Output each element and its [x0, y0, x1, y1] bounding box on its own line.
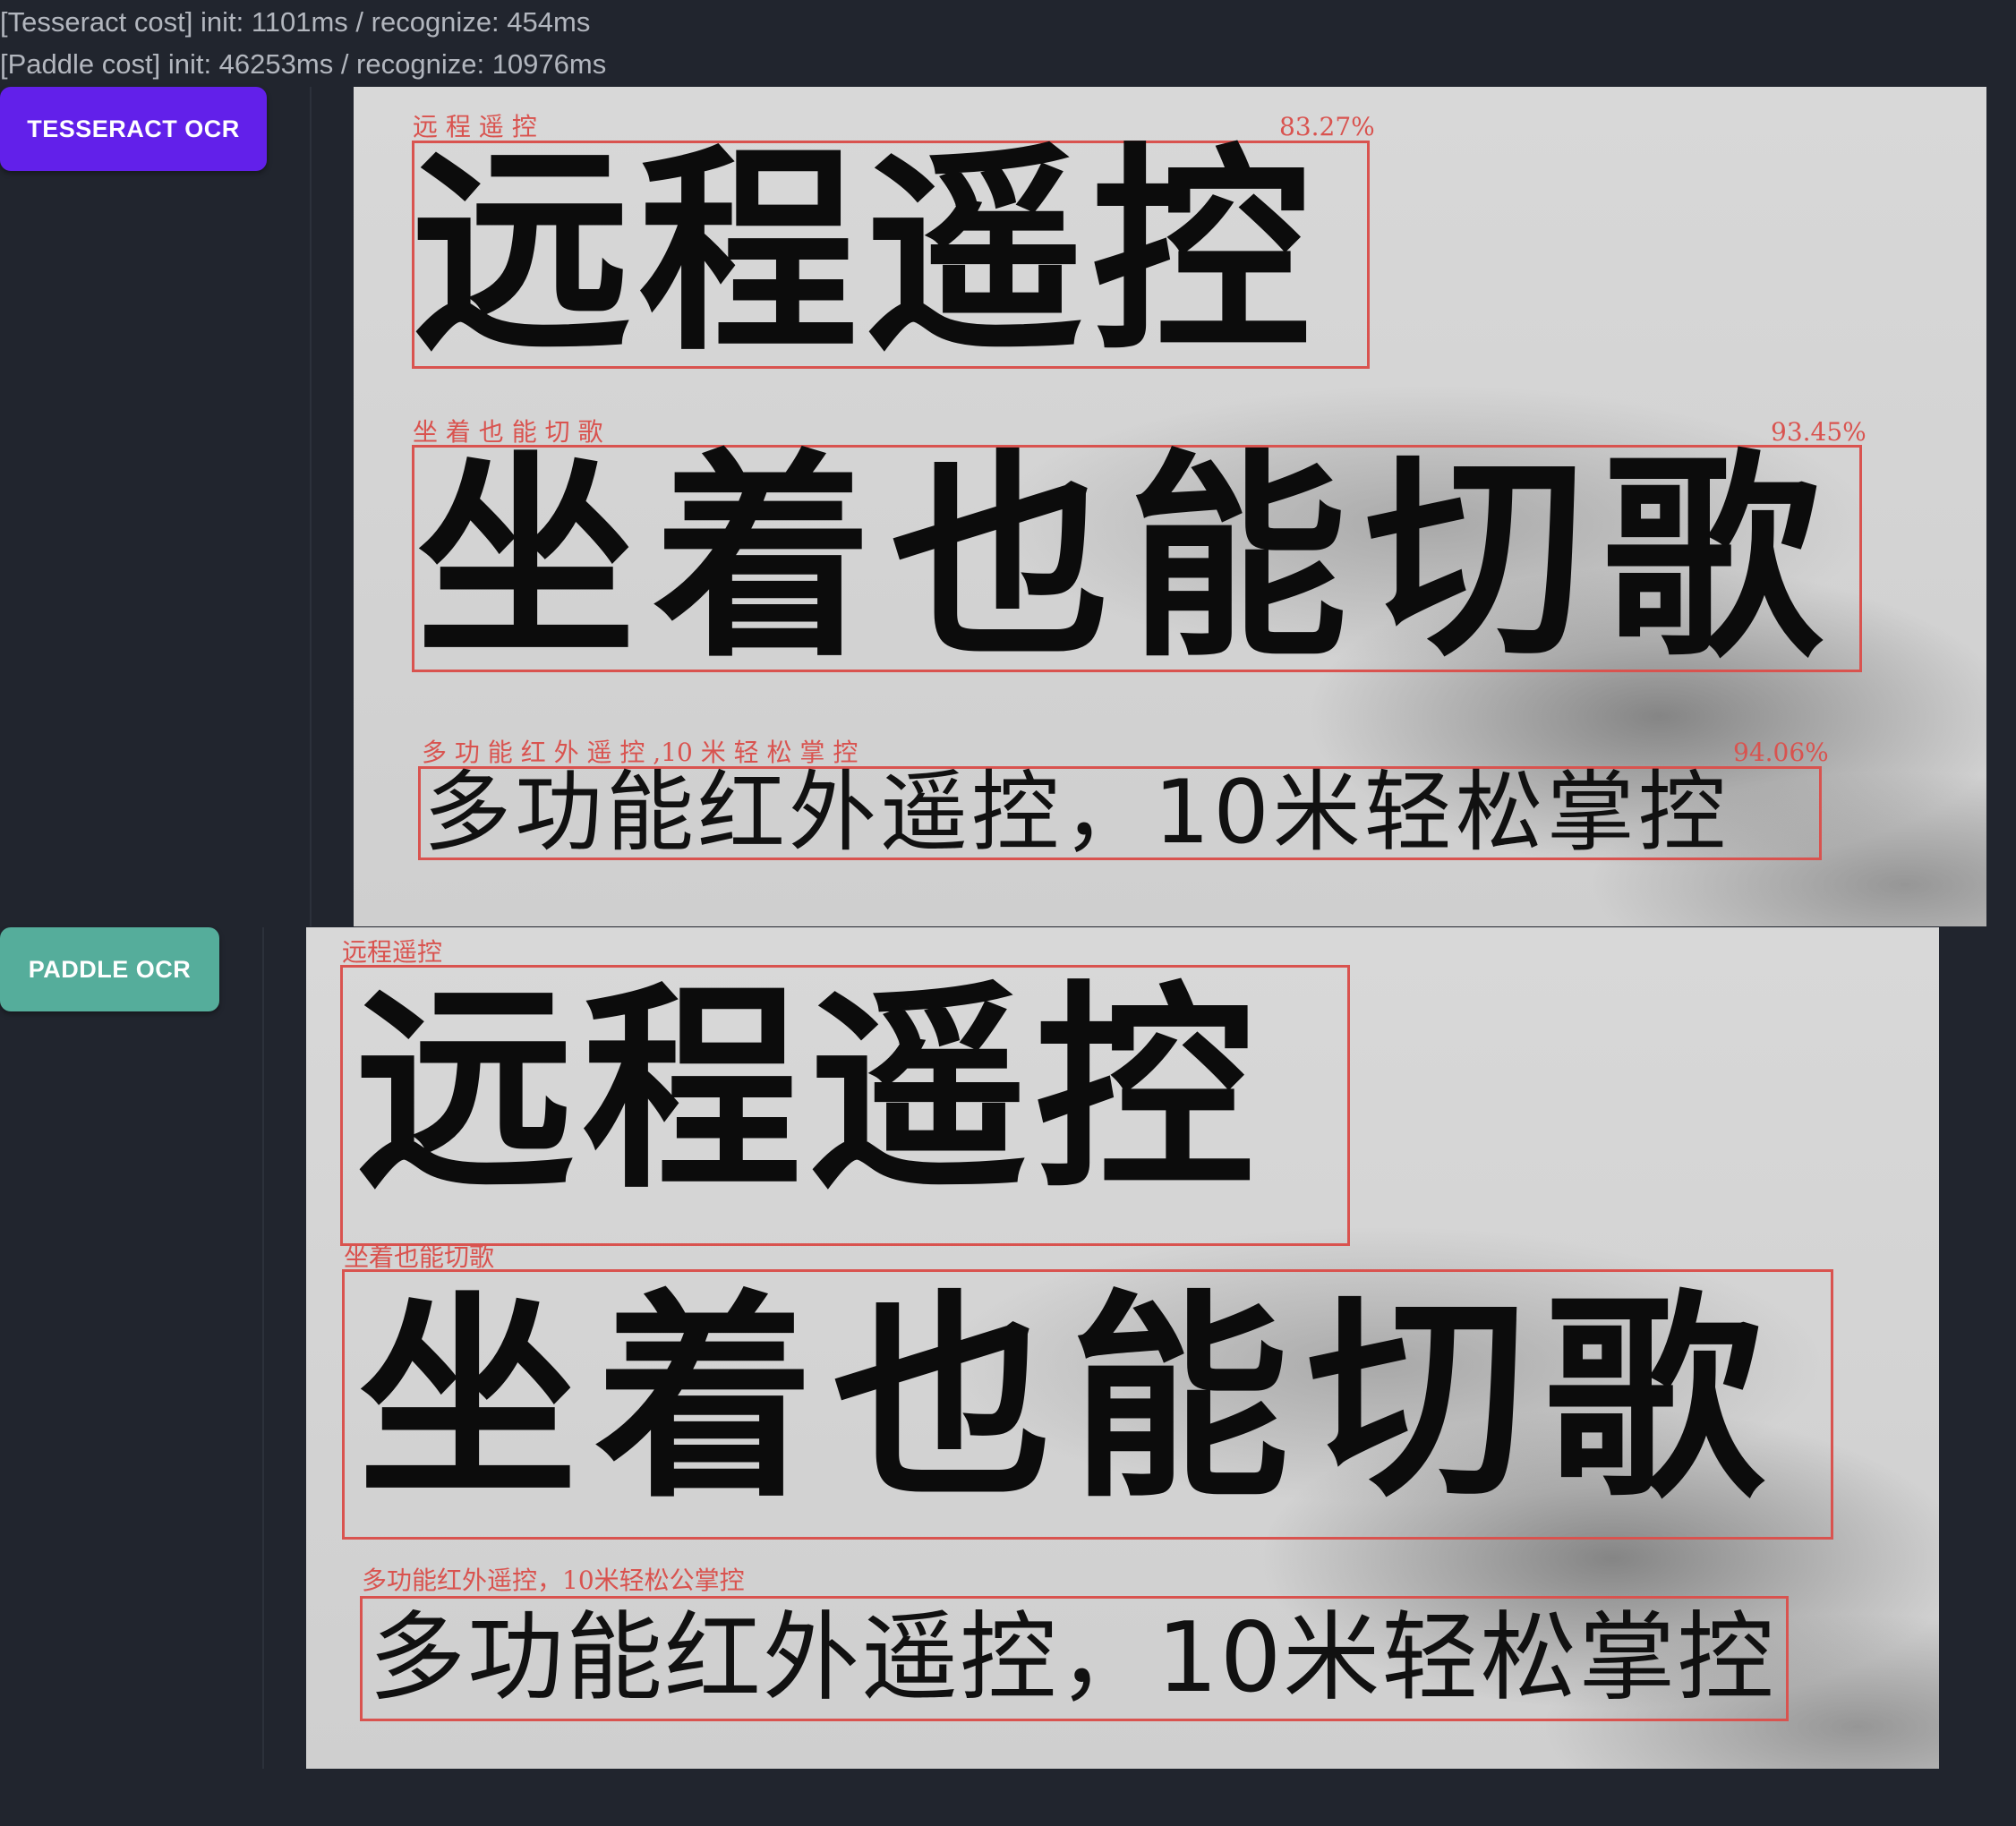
source-line-2: 坐着也能切歌 [358, 1272, 1781, 1527]
paddle-box-2-label: 坐着也能切歌 [344, 1242, 495, 1272]
source-line-1: 远程遥控 [355, 963, 1261, 1218]
source-line-2: 坐着也能切歌 [416, 431, 1840, 687]
paddle-box-3-label: 多功能红外遥控，10米轻松公掌控 [362, 1566, 745, 1595]
paddle-cost-text: [Paddle cost] init: 46253ms / recognize:… [0, 48, 607, 80]
paddle-result-image: 远程遥控 远程遥控 坐着也能切歌 坐着也能切歌 多功能红外遥控，10米轻松公掌控… [306, 927, 1939, 1769]
tesseract-ocr-button[interactable]: TESSERACT OCR [0, 87, 267, 171]
paddle-ocr-button[interactable]: PADDLE OCR [0, 927, 219, 1011]
source-line-3: 多功能红外遥控，10米轻松掌控 [369, 1602, 1776, 1714]
paddle-box-1-label: 远程遥控 [342, 937, 443, 967]
tesseract-result-image: 远 程 遥 控 83.27% 远程遥控 坐 着 也 能 切 歌 93.45% 坐… [354, 87, 1986, 926]
divider [310, 87, 312, 926]
tesseract-cost-text: [Tesseract cost] init: 1101ms / recogniz… [0, 6, 591, 38]
source-line-1: 远程遥控 [412, 125, 1318, 380]
source-line-3: 多功能红外遥控，10米轻松掌控 [423, 762, 1730, 864]
divider [262, 927, 264, 1769]
tesseract-box-3-confidence: 94.06% [1733, 738, 1829, 767]
